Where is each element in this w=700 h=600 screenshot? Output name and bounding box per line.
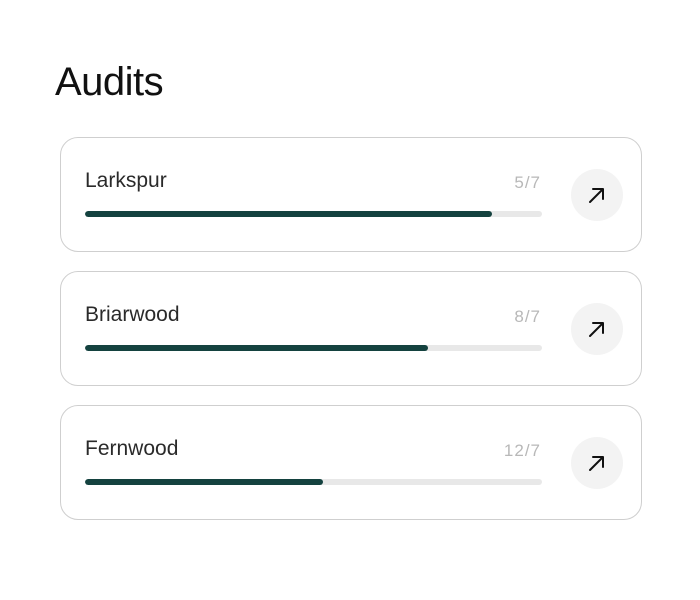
progress-fill bbox=[85, 479, 323, 485]
progress-bar bbox=[85, 211, 542, 217]
audit-list: Larkspur 5/7 Briarwood 8/7 Fernwood 12/7 bbox=[60, 137, 642, 539]
open-audit-button[interactable] bbox=[571, 303, 623, 355]
open-audit-button[interactable] bbox=[571, 437, 623, 489]
audit-count: 5/7 bbox=[514, 173, 541, 192]
progress-bar bbox=[85, 345, 542, 351]
audit-count: 12/7 bbox=[503, 441, 541, 460]
progress-fill bbox=[85, 345, 428, 351]
audit-name: Briarwood bbox=[85, 303, 180, 326]
arrow-up-right-icon bbox=[589, 188, 604, 203]
audit-name: Larkspur bbox=[85, 169, 167, 192]
arrow-up-right-icon bbox=[589, 456, 604, 471]
progress-bar bbox=[85, 479, 542, 485]
audit-card[interactable]: Fernwood 12/7 bbox=[60, 405, 642, 520]
progress-fill bbox=[85, 211, 492, 217]
audit-card[interactable]: Briarwood 8/7 bbox=[60, 271, 642, 386]
arrow-up-right-icon bbox=[589, 322, 604, 337]
audit-count: 8/7 bbox=[514, 307, 541, 326]
open-audit-button[interactable] bbox=[571, 169, 623, 221]
page-title: Audits bbox=[55, 60, 164, 104]
audit-card[interactable]: Larkspur 5/7 bbox=[60, 137, 642, 252]
audit-name: Fernwood bbox=[85, 437, 179, 460]
